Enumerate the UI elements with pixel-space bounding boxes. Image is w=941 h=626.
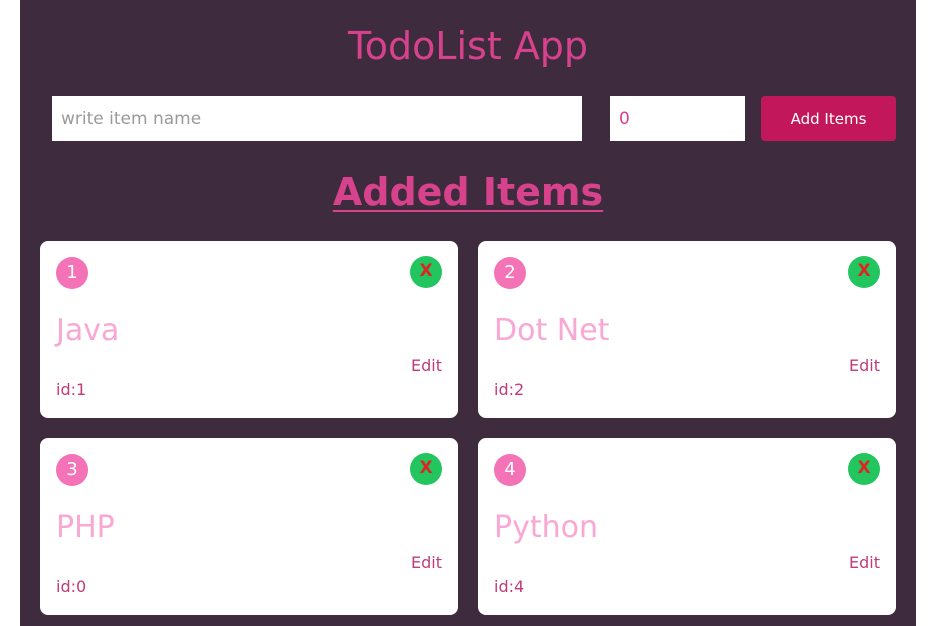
added-items-heading: Added Items: [332, 170, 604, 214]
item-id: id:1: [56, 380, 87, 399]
edit-item-link[interactable]: Edit: [411, 553, 442, 573]
item-card: 1 X Java Edit id:1: [40, 241, 458, 418]
item-name: Java: [56, 313, 120, 348]
item-number-badge: 1: [56, 257, 88, 289]
delete-item-button[interactable]: X: [848, 453, 880, 485]
add-items-button[interactable]: Add Items: [761, 96, 896, 141]
item-card: 3 X PHP Edit id:0: [40, 438, 458, 615]
item-number-badge: 3: [56, 454, 88, 486]
item-id: id:2: [494, 380, 525, 399]
close-icon: X: [857, 261, 871, 281]
item-id: id:4: [494, 577, 525, 596]
item-name: Python: [494, 510, 598, 545]
close-icon: X: [857, 458, 871, 478]
app-container: TodoList App Add Items Added Items 1 X J…: [20, 0, 916, 626]
section-title-wrapper: Added Items: [20, 168, 916, 221]
delete-item-button[interactable]: X: [848, 256, 880, 288]
close-icon: X: [419, 458, 433, 478]
edit-item-link[interactable]: Edit: [849, 553, 880, 573]
close-icon: X: [419, 261, 433, 281]
item-name: PHP: [56, 510, 115, 545]
app-title: TodoList App: [347, 24, 589, 68]
item-number-badge: 2: [494, 257, 526, 289]
quantity-input[interactable]: [610, 96, 745, 141]
edit-item-link[interactable]: Edit: [411, 356, 442, 376]
item-card: 4 X Python Edit id:4: [478, 438, 896, 615]
item-number-badge: 4: [494, 454, 526, 486]
item-name: Dot Net: [494, 313, 610, 348]
delete-item-button[interactable]: X: [410, 256, 442, 288]
item-name-input[interactable]: [52, 96, 582, 141]
item-card: 2 X Dot Net Edit id:2: [478, 241, 896, 418]
item-id: id:0: [56, 577, 87, 596]
delete-item-button[interactable]: X: [410, 453, 442, 485]
edit-item-link[interactable]: Edit: [849, 356, 880, 376]
